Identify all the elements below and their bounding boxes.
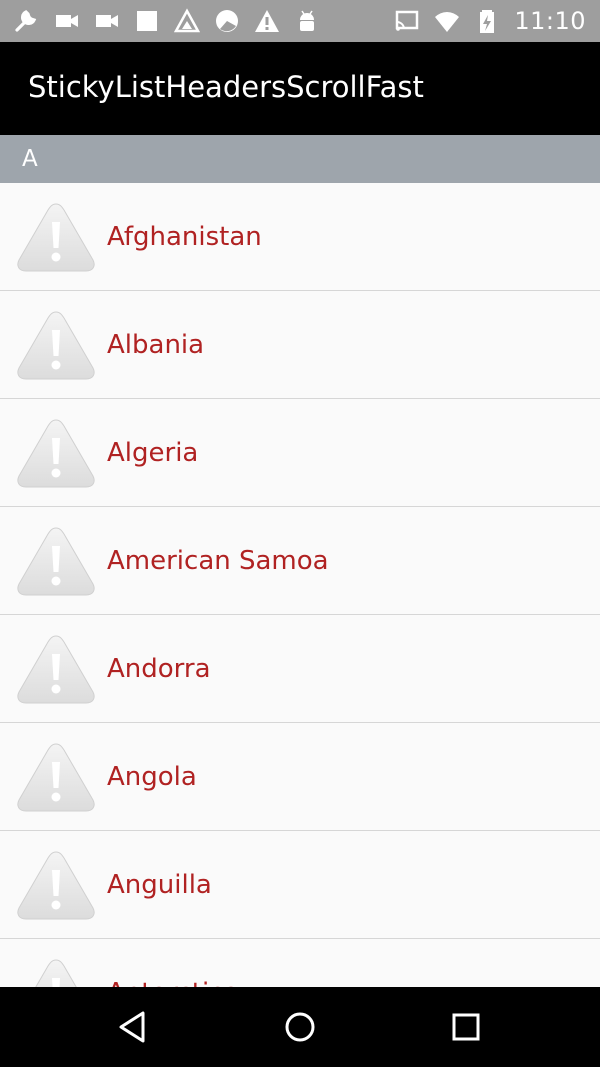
list-rows: Afghanistan Albania Algeria American Samoa A… (0, 183, 600, 987)
list-item[interactable]: Anguilla (0, 831, 600, 939)
list-item[interactable]: Andorra (0, 615, 600, 723)
app-title: StickyListHeadersScrollFast (28, 70, 424, 104)
list-item[interactable]: American Samoa (0, 507, 600, 615)
country-list[interactable]: A Afghanistan Albania Algeria American Samo… (0, 135, 600, 987)
list-item[interactable]: Angola (0, 723, 600, 831)
warning-icon (16, 416, 96, 490)
section-header: A (0, 135, 600, 183)
home-icon (285, 1012, 315, 1042)
video-camera-icon (94, 8, 120, 34)
list-item-label: Andorra (107, 653, 211, 684)
warning-icon (16, 740, 96, 814)
list-item[interactable]: Afghanistan (0, 183, 600, 291)
home-button[interactable] (280, 1007, 320, 1047)
recents-button[interactable] (446, 1007, 486, 1047)
notification-icons (14, 7, 320, 35)
list-item-label: Antarctica (107, 978, 239, 988)
warning-icon (16, 956, 96, 987)
warning-icon (16, 848, 96, 922)
recents-icon (452, 1013, 480, 1041)
warning-icon (16, 524, 96, 598)
list-item-label: American Samoa (107, 545, 329, 576)
list-item-label: Anguilla (107, 869, 212, 900)
cast-icon (394, 8, 420, 34)
square-icon (134, 8, 160, 34)
app-bar: StickyListHeadersScrollFast (0, 42, 600, 135)
warning-icon (16, 308, 96, 382)
list-item-label: Albania (107, 329, 205, 360)
video-camera-icon (54, 8, 80, 34)
wrench-icon (14, 8, 40, 34)
system-icons: 11:10 (394, 7, 586, 35)
wifi-icon (434, 8, 460, 34)
list-item[interactable]: Algeria (0, 399, 600, 507)
list-item[interactable]: Albania (0, 291, 600, 399)
camera-lens-icon (214, 8, 240, 34)
clock: 11:10 (514, 7, 586, 35)
warning-icon (254, 8, 280, 34)
status-bar: 11:10 (0, 0, 600, 42)
battery-charging-icon (474, 8, 500, 34)
list-item[interactable]: Antarctica (0, 939, 600, 987)
back-icon (119, 1011, 145, 1043)
android-icon (294, 8, 320, 34)
inverted-triangle-icon (174, 8, 200, 34)
warning-icon (16, 632, 96, 706)
list-item-label: Afghanistan (107, 221, 262, 252)
list-item-label: Angola (107, 761, 197, 792)
back-button[interactable] (113, 1007, 153, 1047)
navigation-bar (0, 987, 600, 1067)
list-item-label: Algeria (107, 437, 199, 468)
warning-icon (16, 200, 96, 274)
